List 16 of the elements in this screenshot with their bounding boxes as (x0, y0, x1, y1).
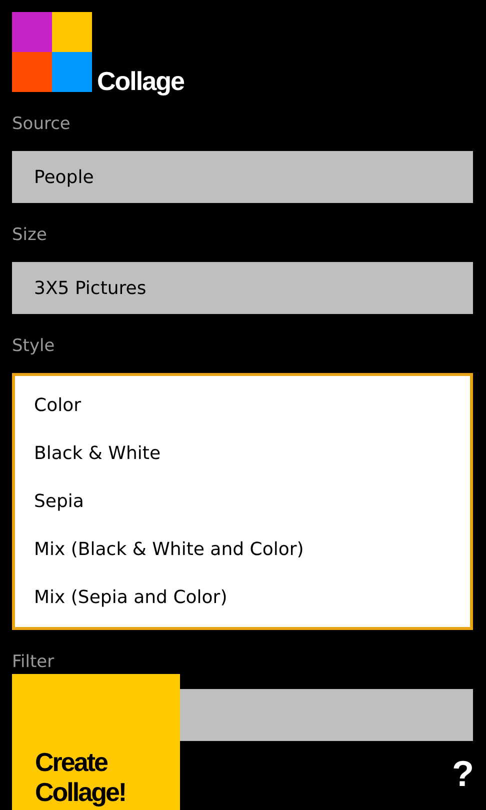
logo-icon (12, 12, 92, 92)
help-button[interactable]: ? (452, 756, 474, 792)
list-item[interactable]: Mix (Sepia and Color) (15, 573, 470, 621)
field-label: Style (12, 336, 55, 356)
field-label: Filter (12, 652, 54, 672)
list-item[interactable]: Sepia (15, 477, 470, 525)
dropdown-field[interactable] (180, 689, 473, 741)
field-label: Source (12, 114, 70, 134)
list-item[interactable]: Color (15, 381, 470, 429)
app-title: Collage (97, 68, 184, 94)
dropdown-field[interactable]: 3X5 Pictures (12, 262, 473, 314)
create-collage-button[interactable]: Create Collage! (12, 674, 180, 810)
dropdown-field[interactable]: People (12, 151, 473, 203)
list-item[interactable]: Mix (Black & White and Color) (15, 525, 470, 573)
field-label: Size (12, 225, 47, 245)
list-item[interactable]: Black & White (15, 429, 470, 477)
